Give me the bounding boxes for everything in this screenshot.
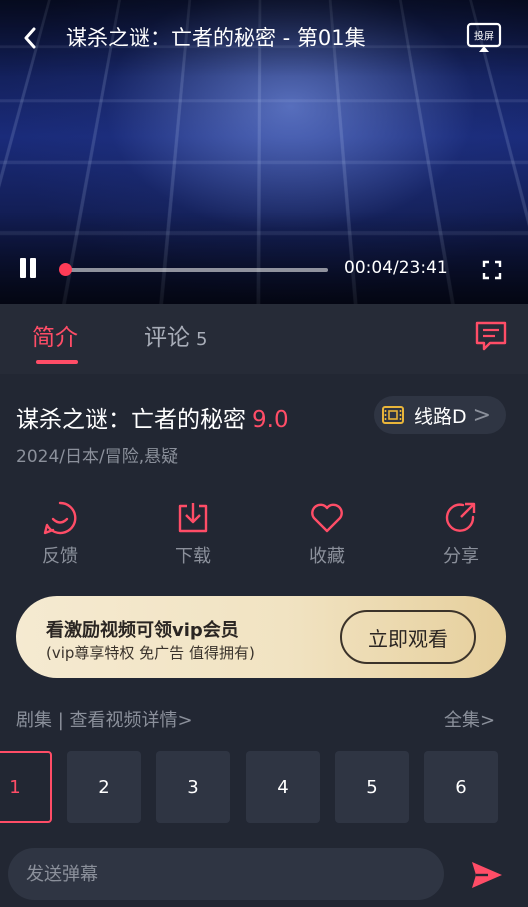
progress-handle[interactable]	[59, 263, 72, 276]
svg-text:投屏: 投屏	[474, 30, 494, 43]
video-player[interactable]: 谋杀之谜：亡者的秘密 - 第01集 投屏 00:04/23:41	[0, 0, 528, 304]
send-icon	[470, 860, 504, 890]
message-icon	[474, 320, 508, 352]
download-label: 下载	[148, 542, 238, 568]
action-row: 反馈 下载 收藏 分享	[0, 500, 528, 580]
tab-comments-label: 评论	[144, 325, 190, 351]
heart-icon	[309, 500, 345, 536]
cast-button[interactable]: 投屏	[466, 22, 502, 54]
movie-title-text: 谋杀之谜：亡者的秘密	[16, 407, 246, 433]
movie-score: 9.0	[252, 407, 289, 433]
tab-comments[interactable]: 评论 5	[144, 318, 207, 352]
share-button[interactable]: 分享	[416, 500, 506, 568]
progress-track[interactable]	[62, 268, 328, 272]
favorite-label: 收藏	[282, 542, 372, 568]
vip-banner-subtitle: (vip尊享特权 免广告 值得拥有)	[46, 642, 255, 663]
route-label: 线路D	[414, 402, 467, 429]
cast-icon: 投屏	[466, 22, 502, 54]
movie-title: 谋杀之谜：亡者的秘密 9.0	[16, 400, 289, 434]
pause-button[interactable]	[18, 258, 40, 280]
chevron-right-icon: >	[473, 403, 491, 428]
episode-item[interactable]: 4	[246, 751, 320, 823]
share-label: 分享	[416, 542, 506, 568]
danmaku-bar	[0, 840, 528, 907]
fullscreen-icon	[482, 260, 502, 280]
feedback-label: 反馈	[15, 542, 105, 568]
film-icon	[382, 406, 404, 424]
comment-count: 5	[196, 329, 207, 350]
danmaku-input[interactable]	[8, 848, 444, 900]
favorite-button[interactable]: 收藏	[282, 500, 372, 568]
download-icon	[175, 500, 211, 536]
danmaku-toggle-button[interactable]	[474, 320, 508, 352]
episodes-header[interactable]: 剧集 | 查看视频详情>	[16, 706, 193, 732]
tab-bar: 简介 评论 5	[0, 304, 528, 374]
share-icon	[443, 500, 479, 536]
send-button[interactable]	[470, 860, 504, 890]
route-selector[interactable]: 线路D >	[374, 396, 506, 434]
feedback-button[interactable]: 反馈	[15, 500, 105, 568]
chevron-left-icon	[23, 27, 37, 49]
watch-now-button[interactable]: 立即观看	[340, 610, 476, 664]
fullscreen-button[interactable]	[482, 260, 502, 280]
movie-meta: 2024/日本/冒险,悬疑	[16, 442, 178, 467]
episode-item[interactable]: 1	[0, 751, 52, 823]
tab-intro[interactable]: 简介	[32, 318, 78, 352]
episode-item[interactable]: 6	[424, 751, 498, 823]
video-title: 谋杀之谜：亡者的秘密 - 第01集	[66, 22, 366, 52]
episode-list: 1 2 3 4 5 6	[0, 751, 528, 825]
smile-icon	[42, 500, 78, 536]
back-button[interactable]	[16, 24, 44, 52]
download-button[interactable]: 下载	[148, 500, 238, 568]
episode-item[interactable]: 3	[156, 751, 230, 823]
episode-item[interactable]: 5	[335, 751, 409, 823]
player-top-bar: 谋杀之谜：亡者的秘密 - 第01集 投屏	[0, 0, 528, 76]
vip-banner[interactable]: 看激励视频可领vip会员 (vip尊享特权 免广告 值得拥有) 立即观看	[16, 596, 506, 678]
app-root: 谋杀之谜：亡者的秘密 - 第01集 投屏 00:04/23:41 简介 评论 5…	[0, 0, 528, 907]
all-episodes-link[interactable]: 全集>	[444, 706, 495, 732]
tab-indicator	[36, 360, 78, 364]
player-controls: 00:04/23:41	[0, 250, 528, 290]
time-readout: 00:04/23:41	[344, 258, 448, 278]
episode-item[interactable]: 2	[67, 751, 141, 823]
vip-banner-title: 看激励视频可领vip会员	[46, 616, 239, 642]
